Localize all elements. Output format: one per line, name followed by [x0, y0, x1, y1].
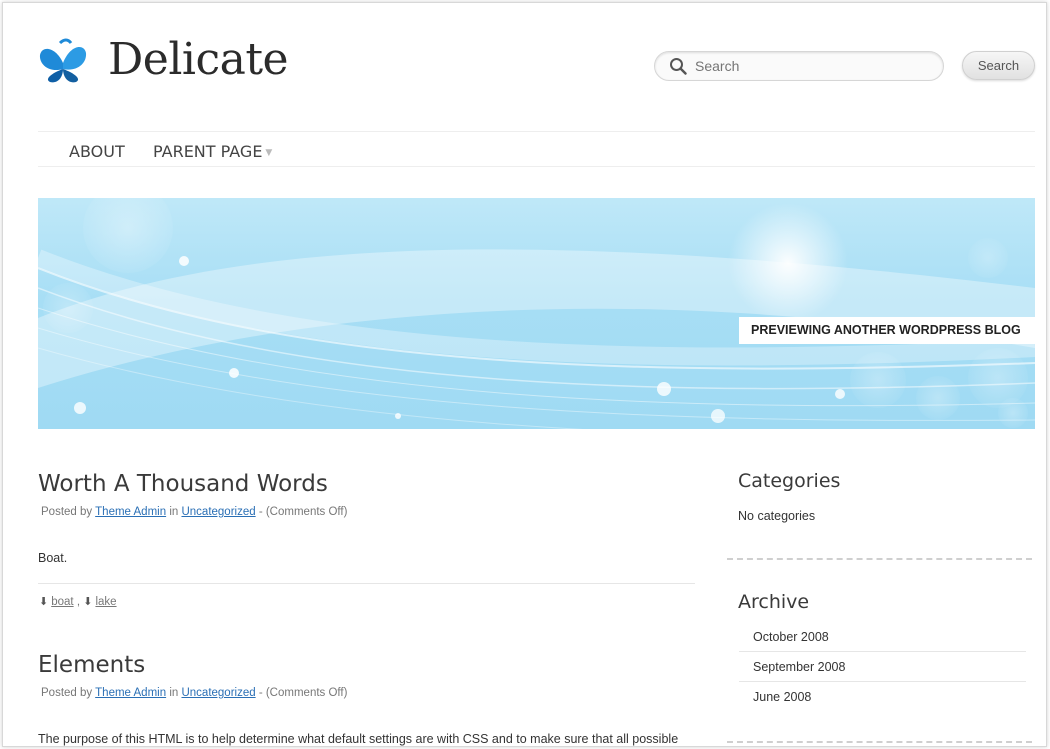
site-title: Delicate — [108, 34, 289, 85]
nav-item-parent-page-label: PARENT PAGE — [153, 142, 263, 161]
category-link[interactable]: Uncategorized — [181, 506, 255, 518]
categories-empty-text: No categories — [738, 509, 816, 523]
search-input[interactable] — [695, 58, 925, 74]
archive-item[interactable]: October 2008 — [739, 622, 1026, 652]
post-meta: Posted by Theme Admin in Uncategorized -… — [41, 506, 347, 518]
chevron-down-icon: ▼ — [265, 148, 273, 158]
tag-arrow-icon: ⬇ — [83, 596, 93, 608]
header-banner: PREVIEWING ANOTHER WORDPRESS BLOG — [38, 198, 1035, 429]
butterfly-logo-icon — [39, 38, 87, 83]
post-meta-in: in — [169, 506, 179, 518]
sidebar-divider — [727, 558, 1032, 560]
author-link[interactable]: Theme Admin — [95, 687, 166, 699]
post-meta-in: in — [169, 687, 179, 699]
tag-separator: , — [76, 596, 81, 608]
archive-item[interactable]: June 2008 — [739, 682, 1026, 712]
main-nav: ABOUT PARENT PAGE ▼ — [38, 131, 1035, 167]
post-tags: ⬇ boat , ⬇ lake — [39, 595, 117, 608]
post-body: The purpose of this HTML is to help dete… — [38, 732, 679, 746]
page-frame: Delicate Search ABOUT PARENT PAGE▼ — [2, 2, 1047, 747]
nav-item-parent-page[interactable]: PARENT PAGE ▼ — [153, 142, 272, 161]
post-divider — [38, 583, 695, 584]
comments-status: - (Comments Off) — [258, 506, 348, 518]
site-logo[interactable]: Delicate — [38, 34, 289, 85]
post-meta: Posted by Theme Admin in Uncategorized -… — [41, 687, 347, 699]
archive-heading: Archive — [738, 591, 810, 613]
banner-artwork — [38, 198, 1035, 429]
categories-heading: Categories — [738, 470, 841, 492]
nav-item-about[interactable]: ABOUT — [69, 142, 125, 161]
sidebar-divider — [727, 741, 1032, 743]
search-icon — [670, 58, 687, 75]
search-button[interactable]: Search — [962, 51, 1035, 80]
comments-status: - (Comments Off) — [258, 687, 348, 699]
search-field[interactable] — [654, 51, 944, 81]
post-meta-prefix: Posted by — [41, 506, 93, 518]
tag-link-lake[interactable]: lake — [95, 596, 116, 608]
post-title[interactable]: Worth A Thousand Words — [38, 471, 328, 497]
tag-link-boat[interactable]: boat — [51, 596, 73, 608]
author-link[interactable]: Theme Admin — [95, 506, 166, 518]
post-title[interactable]: Elements — [38, 652, 145, 678]
category-link[interactable]: Uncategorized — [181, 687, 255, 699]
post-body: Boat. — [38, 551, 68, 565]
tag-arrow-icon: ⬇ — [39, 596, 49, 608]
post-meta-prefix: Posted by — [41, 687, 93, 699]
archive-item[interactable]: September 2008 — [739, 652, 1026, 682]
banner-caption: PREVIEWING ANOTHER WORDPRESS BLOG — [739, 317, 1035, 344]
